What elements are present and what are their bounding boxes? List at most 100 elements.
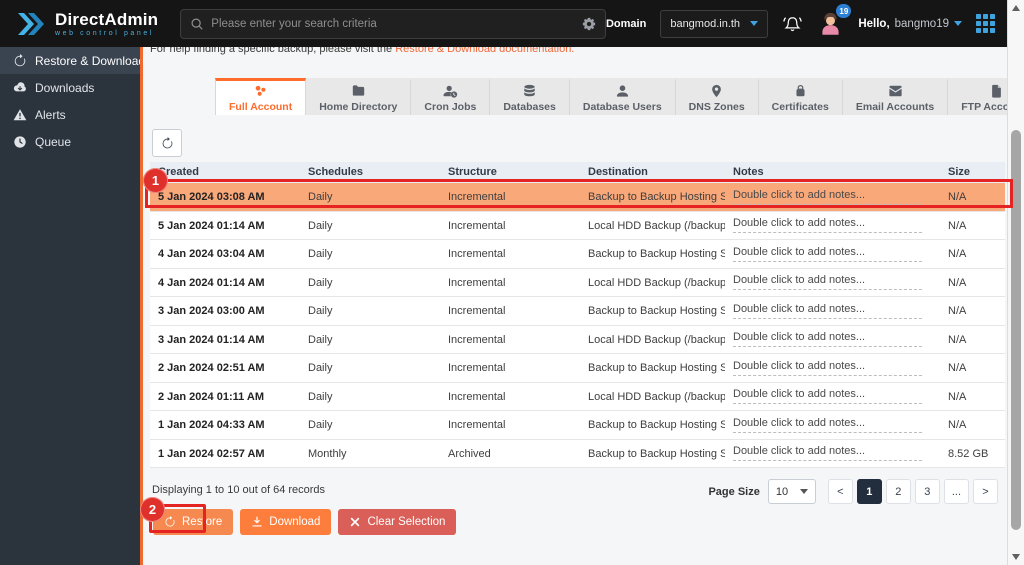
sidebar-item-alerts[interactable]: Alerts bbox=[0, 101, 140, 128]
notes-placeholder: Double click to add notes... bbox=[733, 246, 923, 262]
cell-notes[interactable]: Double click to add notes... bbox=[725, 411, 940, 439]
scrollbar-thumb[interactable] bbox=[1011, 130, 1021, 530]
table-row[interactable]: 4 Jan 2024 03:04 AM Daily Incremental Backu… bbox=[150, 240, 1005, 269]
cell-created: 4 Jan 2024 01:14 AM bbox=[158, 276, 265, 289]
table-row[interactable]: 2 Jan 2024 02:51 AM Daily Incremental Backu… bbox=[150, 354, 1005, 383]
sidebar-item-downloads[interactable]: Downloads bbox=[0, 74, 140, 101]
table-row[interactable]: 4 Jan 2024 01:14 AM Daily Incremental Local… bbox=[150, 268, 1005, 297]
cell-notes[interactable]: Double click to add notes... bbox=[725, 326, 940, 354]
tab-database-users[interactable]: Database Users bbox=[569, 78, 676, 115]
cell-destination: Backup to Backup Hosting Server bbox=[588, 362, 725, 374]
cell-destination: Local HDD Backup (/backups) bbox=[588, 276, 725, 289]
brand-name: DirectAdmin bbox=[55, 9, 159, 29]
page-button-ellipsis[interactable]: ... bbox=[943, 479, 969, 504]
sidebar-item-restore-download[interactable]: Restore & Download bbox=[0, 47, 145, 74]
cell-notes[interactable]: Double click to add notes... bbox=[725, 383, 940, 411]
tab-ftp-accounts[interactable]: FTP Accounts bbox=[948, 78, 1007, 115]
cell-size: N/A bbox=[948, 191, 967, 203]
cell-structure: Incremental bbox=[448, 333, 506, 346]
cell-notes[interactable]: Double click to add notes... bbox=[725, 354, 940, 382]
table-row[interactable]: 2 Jan 2024 01:11 AM Daily Incremental Local… bbox=[150, 382, 1005, 411]
downloads-icon bbox=[13, 81, 27, 95]
column-header-schedules[interactable]: Schedules bbox=[300, 162, 440, 183]
refresh-icon bbox=[161, 136, 174, 150]
button-label: Restore bbox=[182, 516, 223, 528]
cell-created: 5 Jan 2024 03:08 AM bbox=[158, 191, 265, 203]
column-header-created[interactable]: Created bbox=[150, 162, 300, 183]
queue-icon bbox=[13, 135, 27, 149]
search-input[interactable] bbox=[180, 8, 606, 39]
full-account-icon bbox=[253, 84, 268, 98]
cell-notes[interactable]: Double click to add notes... bbox=[725, 269, 940, 297]
cell-notes[interactable]: Double click to add notes... bbox=[725, 240, 940, 268]
apps-grid-icon[interactable] bbox=[976, 14, 995, 33]
notes-placeholder: Double click to add notes... bbox=[733, 303, 923, 319]
cell-destination: Backup to Backup Hosting Server bbox=[588, 447, 725, 460]
tab-certificates[interactable]: Certificates bbox=[758, 78, 843, 115]
cell-notes[interactable]: Double click to add notes... bbox=[725, 212, 940, 240]
cell-schedules: Daily bbox=[308, 276, 333, 289]
gear-icon[interactable] bbox=[582, 17, 596, 31]
table-row[interactable]: 3 Jan 2024 03:00 AM Daily Incremental Backu… bbox=[150, 297, 1005, 326]
home-directory-icon bbox=[351, 84, 366, 98]
refresh-button[interactable] bbox=[152, 129, 182, 157]
column-header-size[interactable]: Size bbox=[940, 162, 1005, 183]
table-row[interactable]: 1 Jan 2024 02:57 AM Monthly Archived Backup… bbox=[150, 439, 1005, 468]
brand-text: DirectAdmin web control panel bbox=[55, 11, 158, 37]
page-button-3[interactable]: 3 bbox=[914, 479, 940, 504]
cell-destination: Local HDD Backup (/backups) bbox=[588, 333, 725, 346]
cell-notes[interactable]: Double click to add notes... bbox=[725, 183, 940, 211]
notes-placeholder: Double click to add notes... bbox=[733, 360, 923, 376]
tab-dns-zones[interactable]: DNS Zones bbox=[675, 78, 759, 115]
cell-notes[interactable]: Double click to add notes... bbox=[725, 297, 940, 325]
sidebar-item-label: Queue bbox=[35, 134, 72, 149]
alerts-icon bbox=[13, 108, 27, 122]
page-size-select[interactable]: 10 bbox=[767, 479, 816, 504]
user-menu[interactable]: Hello, bangmo19 bbox=[858, 18, 962, 30]
scroll-up-arrow[interactable] bbox=[1012, 5, 1020, 11]
domain-select[interactable]: bangmod.in.th bbox=[660, 9, 769, 38]
cell-destination: Backup to Backup Hosting Server bbox=[588, 419, 725, 431]
brand-logo[interactable]: DirectAdmin web control panel bbox=[0, 11, 158, 37]
tab-home-directory[interactable]: Home Directory bbox=[306, 78, 412, 115]
bell-icon[interactable] bbox=[782, 15, 803, 33]
page-button-prev[interactable]: < bbox=[827, 479, 853, 504]
tab-label: Full Account bbox=[229, 100, 293, 113]
notes-placeholder: Double click to add notes... bbox=[733, 388, 923, 405]
notes-placeholder: Double click to add notes... bbox=[733, 417, 923, 433]
table-row[interactable]: 3 Jan 2024 01:14 AM Daily Incremental Local… bbox=[150, 325, 1005, 354]
sidebar-item-queue[interactable]: Queue bbox=[0, 128, 140, 155]
notes-placeholder: Double click to add notes... bbox=[733, 217, 923, 234]
page-button-next[interactable]: > bbox=[973, 479, 998, 504]
column-header-destination[interactable]: Destination bbox=[580, 162, 725, 183]
tab-label: FTP Accounts bbox=[961, 100, 1007, 113]
tab-email-accounts[interactable]: Email Accounts bbox=[842, 78, 949, 115]
tab-full-account[interactable]: Full Account bbox=[215, 78, 307, 115]
directadmin-app: DirectAdmin web control panel Domain ban… bbox=[0, 0, 1024, 565]
page-button-1[interactable]: 1 bbox=[856, 479, 882, 504]
restore-button[interactable]: Restore bbox=[153, 509, 234, 535]
tab-label: Home Directory bbox=[319, 100, 398, 113]
table-row[interactable]: 1 Jan 2024 04:33 AM Daily Incremental Backu… bbox=[150, 411, 1005, 440]
table-row[interactable]: 5 Jan 2024 03:08 AM Daily Incremental Backu… bbox=[150, 183, 1005, 212]
clear-button[interactable]: Clear Selection bbox=[338, 509, 457, 535]
tab-databases[interactable]: Databases bbox=[490, 78, 570, 115]
table-row[interactable]: 5 Jan 2024 01:14 AM Daily Incremental Local… bbox=[150, 211, 1005, 240]
sidebar-item-label: Restore & Download bbox=[35, 53, 146, 68]
page-button-2[interactable]: 2 bbox=[885, 479, 911, 504]
scroll-down-arrow[interactable] bbox=[1012, 554, 1020, 560]
user-avatar[interactable]: 19 bbox=[817, 4, 852, 37]
cell-destination: Backup to Backup Hosting Server bbox=[588, 305, 725, 317]
cell-schedules: Daily bbox=[308, 248, 333, 260]
cell-destination: Backup to Backup Hosting Server bbox=[588, 248, 725, 260]
cell-created: 2 Jan 2024 01:11 AM bbox=[158, 390, 264, 403]
close-icon bbox=[349, 516, 361, 528]
column-header-notes[interactable]: Notes bbox=[725, 162, 940, 183]
download-button[interactable]: Download bbox=[240, 509, 332, 535]
cell-structure: Incremental bbox=[448, 390, 506, 403]
cell-notes[interactable]: Double click to add notes... bbox=[725, 440, 940, 468]
column-header-structure[interactable]: Structure bbox=[440, 162, 580, 183]
chevron-down-icon bbox=[750, 21, 759, 26]
documentation-link[interactable]: Restore & Download documentation. bbox=[395, 47, 574, 55]
tab-cron-jobs[interactable]: Cron Jobs bbox=[411, 78, 491, 115]
